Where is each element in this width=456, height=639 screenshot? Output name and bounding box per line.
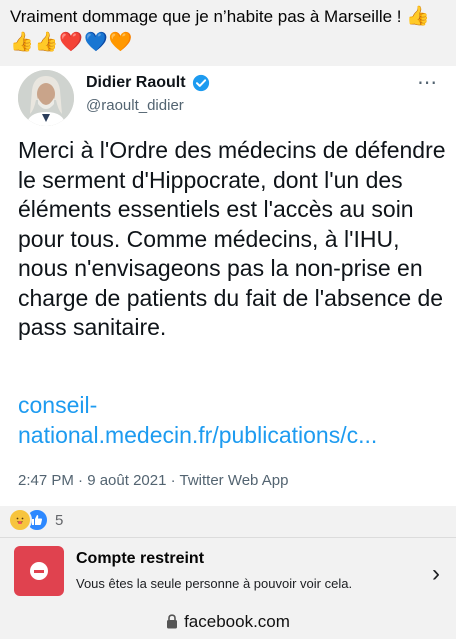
restricted-subtitle: Vous êtes la seule personne à pouvoir vo… xyxy=(76,576,353,591)
verified-badge-icon xyxy=(192,74,209,92)
tweet-handle[interactable]: @raoult_didier xyxy=(86,97,184,114)
browser-address-bar[interactable]: facebook.com xyxy=(0,604,456,639)
author-name[interactable]: Didier Raoult xyxy=(86,74,186,92)
embedded-tweet-card[interactable]: Didier Raoult @raoult_didier ⋯ Merci à l… xyxy=(0,66,456,506)
tweet-body: Merci à l'Ordre des médecins de défendre… xyxy=(18,137,446,340)
tweet-link[interactable]: conseil-national.medecin.fr/publications… xyxy=(18,391,448,450)
lock-icon xyxy=(167,614,178,629)
restricted-icon xyxy=(14,546,64,596)
minus-circle-icon xyxy=(30,562,48,580)
restricted-account-banner[interactable]: Compte restreint Vous êtes la seule pers… xyxy=(0,538,456,604)
reactions-summary[interactable]: 5 xyxy=(8,508,63,532)
chevron-right-icon[interactable]: › xyxy=(432,560,440,588)
more-options-icon[interactable]: ⋯ xyxy=(417,70,438,95)
reaction-count[interactable]: 5 xyxy=(55,512,63,529)
avatar[interactable] xyxy=(18,70,74,126)
care-reaction-icon xyxy=(8,508,32,532)
post-text: Vraiment dommage que je n’habite pas à M… xyxy=(10,4,446,56)
tweet-author[interactable]: Didier Raoult xyxy=(86,74,210,92)
tweet-timestamp[interactable]: 2:47 PM · 9 août 2021 · Twitter Web App xyxy=(18,472,288,489)
post-message: Vraiment dommage que je n’habite pas à M… xyxy=(10,7,402,26)
address-url[interactable]: facebook.com xyxy=(184,612,290,632)
avatar-image xyxy=(18,70,74,126)
restricted-title: Compte restreint xyxy=(76,550,205,567)
